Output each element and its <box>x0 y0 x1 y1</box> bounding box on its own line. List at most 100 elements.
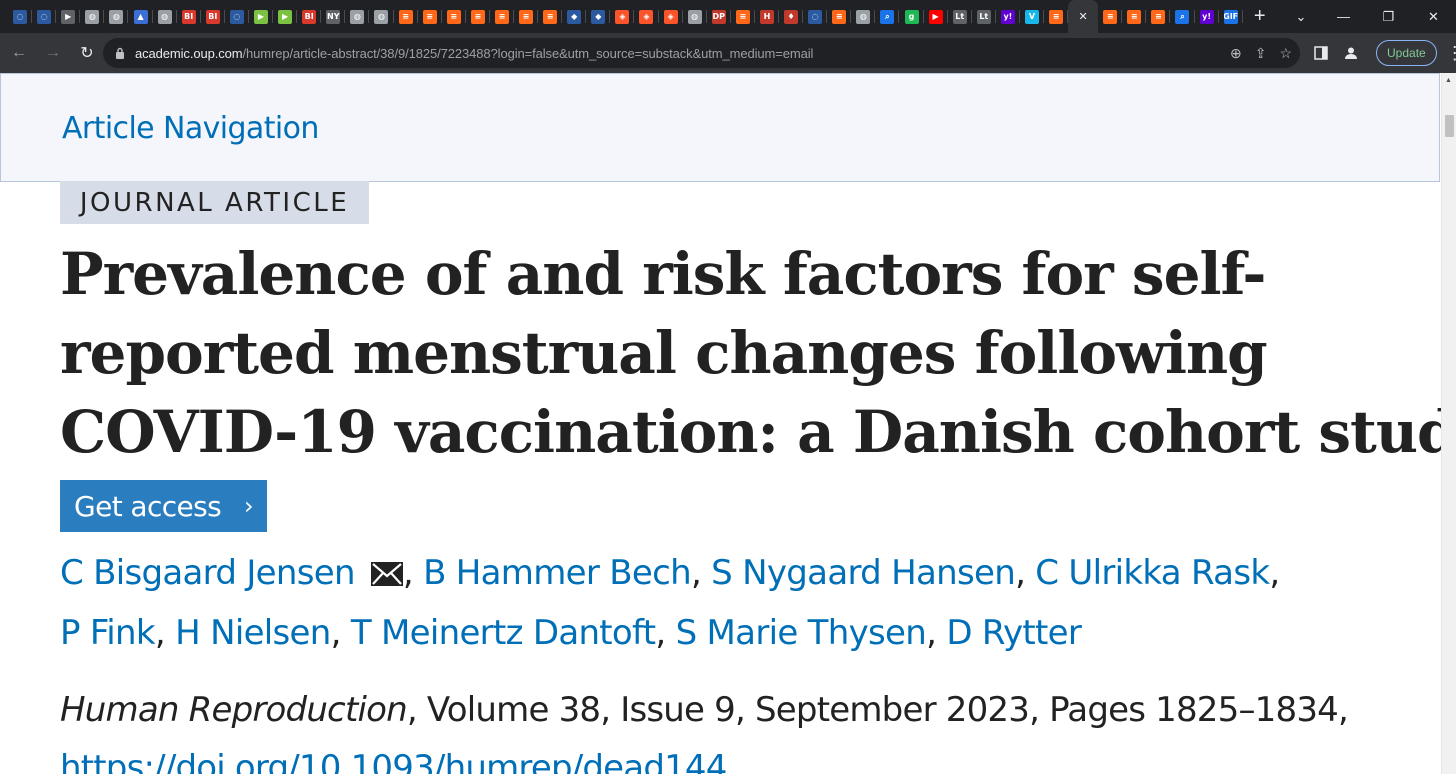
close-icon[interactable]: ✕ <box>1076 10 1090 24</box>
browser-tab[interactable]: Lt <box>948 0 972 33</box>
envelope-icon[interactable] <box>370 545 403 586</box>
browser-tab[interactable]: ≡ <box>418 0 442 33</box>
article-title-line: COVID-19 vaccination: a Danish cohort st… <box>60 398 1456 466</box>
browser-tab[interactable]: ◍ <box>683 0 707 33</box>
browser-tab[interactable]: BI <box>201 0 225 33</box>
article-navigation-link[interactable]: Article Navigation <box>62 111 319 146</box>
browser-tab[interactable]: BI <box>297 0 322 33</box>
browser-tab[interactable]: ✕ <box>1068 0 1099 33</box>
browser-tab[interactable]: ◍ <box>345 0 370 33</box>
browser-tab[interactable]: ◈ <box>659 0 683 33</box>
address-bar[interactable]: academic.oup.com/humrep/article-abstract… <box>103 38 1300 68</box>
lock-icon[interactable] <box>115 46 127 60</box>
maximize-button[interactable]: ❐ <box>1366 0 1411 33</box>
author-link[interactable]: D Rytter <box>946 613 1082 653</box>
browser-tab[interactable]: ◆ <box>562 0 587 33</box>
profile-avatar-icon[interactable] <box>1340 42 1362 64</box>
browser-tab[interactable]: ≡ <box>731 0 755 33</box>
browser-tab[interactable]: ⌕ <box>1170 0 1195 33</box>
globe-icon: ◍ <box>109 9 124 24</box>
browser-tab[interactable]: ≡ <box>442 0 466 33</box>
url-text[interactable]: academic.oup.com/humrep/article-abstract… <box>135 46 813 61</box>
browser-tab[interactable]: ⌕ <box>875 0 900 33</box>
browser-tab[interactable]: H <box>755 0 779 33</box>
browser-tab[interactable]: V <box>1020 0 1045 33</box>
browser-tab[interactable]: Lt <box>972 0 996 33</box>
mortarboard-icon: ▲ <box>133 9 148 24</box>
browser-tab[interactable]: ≡ <box>827 0 852 33</box>
browser-tab[interactable]: ◌ <box>225 0 249 33</box>
browser-tab[interactable]: ◍ <box>851 0 876 33</box>
author-link[interactable]: H Nielsen <box>175 613 331 653</box>
browser-tab[interactable]: BI <box>177 0 201 33</box>
globe-icon: ◍ <box>687 9 702 24</box>
browser-tab[interactable]: ≡ <box>1122 0 1147 33</box>
shield-icon: ◌ <box>13 9 28 24</box>
article-title-line: reported menstrual changes following <box>60 319 1268 387</box>
forward-button[interactable]: → <box>38 38 68 68</box>
browser-tab[interactable]: NY <box>321 0 346 33</box>
browser-tab[interactable]: ◌ <box>803 0 828 33</box>
browser-tab[interactable]: ▶ <box>56 0 81 33</box>
browser-tab[interactable]: ◈ <box>634 0 659 33</box>
bookmark-star-icon[interactable]: ☆ <box>1279 45 1292 62</box>
browser-tab[interactable]: ◍ <box>104 0 129 33</box>
update-button[interactable]: Update <box>1376 40 1437 66</box>
browser-tab[interactable]: ◌ <box>32 0 57 33</box>
author-line: P Fink, H Nielsen, T Meinertz Dantoft, S… <box>60 613 1082 653</box>
browser-tab[interactable]: ≡ <box>490 0 514 33</box>
doi-link[interactable]: https://doi.org/10.1093/humrep/dead144 <box>60 748 727 774</box>
browser-tab[interactable]: ◍ <box>80 0 105 33</box>
browser-tab[interactable]: ◆ <box>586 0 611 33</box>
side-panel-icon[interactable] <box>1310 42 1332 64</box>
browser-tab[interactable]: ≡ <box>466 0 490 33</box>
browser-tab[interactable]: y! <box>1195 0 1219 33</box>
author-link[interactable]: B Hammer Bech <box>423 553 692 593</box>
browser-tab[interactable]: g <box>899 0 924 33</box>
browser-tab[interactable]: ≡ <box>1044 0 1069 33</box>
back-button[interactable]: ← <box>4 38 34 68</box>
more-menu-icon[interactable]: ⋮ <box>1445 43 1456 64</box>
scrollbar-thumb[interactable] <box>1445 115 1454 137</box>
browser-tab[interactable]: ◈ <box>610 0 635 33</box>
author-link[interactable]: T Meinertz Dantoft <box>351 613 656 653</box>
reload-button[interactable]: ↻ <box>72 38 102 68</box>
browser-tab[interactable]: ≡ <box>514 0 539 33</box>
substack-icon: ≡ <box>519 9 534 24</box>
window-close-button[interactable]: ✕ <box>1411 0 1456 33</box>
globe-icon: ◍ <box>350 9 365 24</box>
browser-tab[interactable]: DP <box>707 0 731 33</box>
share-icon[interactable]: ⇪ <box>1255 45 1267 62</box>
browser-tab[interactable]: ◌ <box>8 0 33 33</box>
zoom-icon[interactable]: ⊕ <box>1230 45 1242 62</box>
browser-tab[interactable]: GIF <box>1219 0 1243 33</box>
scroll-up-arrow-icon[interactable]: ▲ <box>1445 77 1452 84</box>
author-link[interactable]: S Marie Thysen <box>676 613 927 653</box>
author-link[interactable]: P Fink <box>60 613 156 653</box>
browser-tab[interactable]: ◍ <box>153 0 177 33</box>
browser-tab[interactable]: y! <box>996 0 1020 33</box>
journal-name: Human Reproduction <box>60 690 408 730</box>
browser-tab[interactable]: ▲ <box>128 0 153 33</box>
browser-tab[interactable]: ▶ <box>924 0 948 33</box>
vertical-scrollbar[interactable]: ▲ <box>1441 73 1456 774</box>
browser-tab[interactable]: ≡ <box>1098 0 1123 33</box>
browser-tab[interactable]: ▶ <box>249 0 274 33</box>
browser-tab[interactable]: ◍ <box>369 0 394 33</box>
browser-tab[interactable]: ♦ <box>779 0 804 33</box>
browser-tab[interactable]: ▶ <box>273 0 298 33</box>
author-link[interactable]: C Ulrikka Rask <box>1035 553 1270 593</box>
browser-tab[interactable]: ≡ <box>538 0 563 33</box>
globe-icon: ◍ <box>157 9 172 24</box>
author-link[interactable]: S Nygaard Hansen <box>711 553 1016 593</box>
vimeo-icon: V <box>1024 9 1039 24</box>
browser-tab[interactable]: ≡ <box>394 0 418 33</box>
script-icon: Lt <box>952 9 967 24</box>
tab-search-chevron-icon[interactable]: ⌄ <box>1281 0 1321 33</box>
author-link[interactable]: C Bisgaard Jensen <box>60 553 356 593</box>
minimize-button[interactable]: — <box>1321 0 1366 33</box>
new-tab-button[interactable]: + <box>1247 0 1273 33</box>
news-icon: NY <box>326 9 341 24</box>
get-access-button[interactable]: Get access › <box>60 480 267 532</box>
browser-tab[interactable]: ≡ <box>1146 0 1171 33</box>
